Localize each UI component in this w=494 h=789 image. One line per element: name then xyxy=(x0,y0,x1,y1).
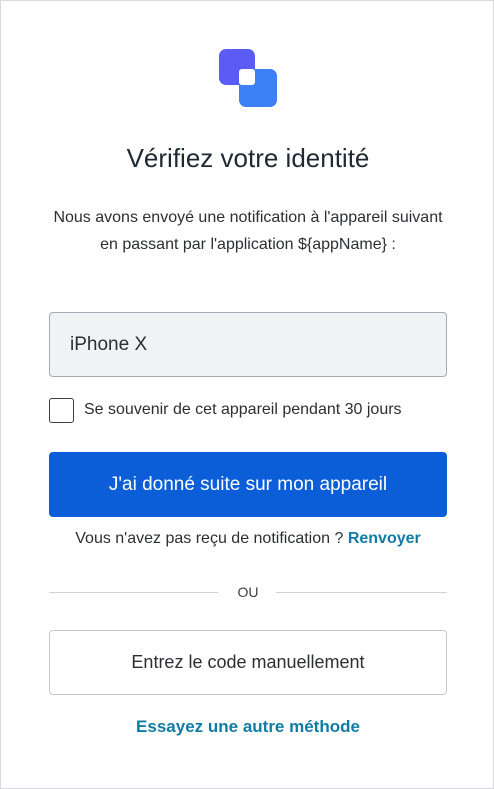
no-notification-text: Vous n'avez pas reçu de notification ? xyxy=(75,530,344,547)
device-name-field: iPhone X xyxy=(49,312,447,377)
app-logo-icon xyxy=(219,49,277,107)
remember-device-label: Se souvenir de cet appareil pendant 30 j… xyxy=(84,401,402,418)
page-title: Vérifiez votre identité xyxy=(126,143,370,173)
remember-device-checkbox[interactable] xyxy=(49,397,74,423)
resend-row: Vous n'avez pas reçu de notification ? R… xyxy=(1,530,494,548)
description-text: Nous avons envoyé une notification à l'a… xyxy=(53,209,443,253)
other-method-link[interactable]: Essayez une autre méthode xyxy=(136,717,360,736)
other-method-row: Essayez une autre méthode xyxy=(1,717,494,737)
resend-link[interactable]: Renvoyer xyxy=(348,530,421,547)
confirm-on-device-button[interactable]: J'ai donné suite sur mon appareil xyxy=(49,452,447,517)
divider-line-right xyxy=(276,592,447,593)
or-divider: OU xyxy=(49,581,447,605)
enter-code-manually-button[interactable]: Entrez le code manuellement xyxy=(49,630,447,695)
remember-device-option[interactable]: Se souvenir de cet appareil pendant 30 j… xyxy=(49,397,402,423)
auth-card: Vérifiez votre identité Nous avons envoy… xyxy=(0,0,494,789)
